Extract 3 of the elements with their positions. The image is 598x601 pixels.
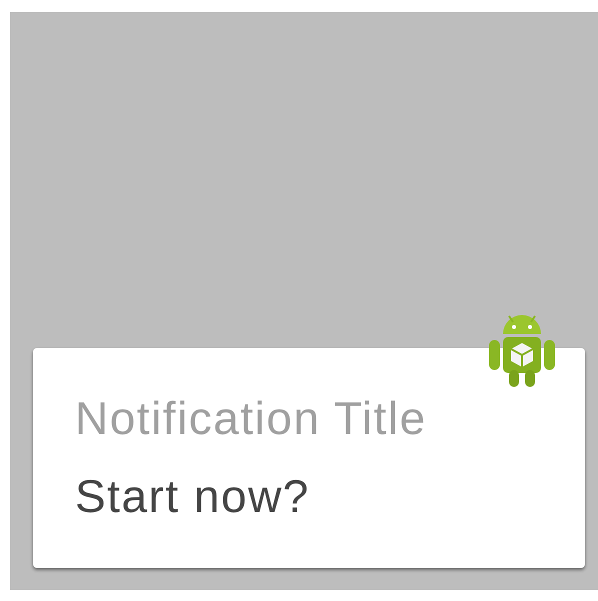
- notification-text: Start now?: [75, 469, 311, 524]
- notification-title: Notification Title: [75, 391, 428, 446]
- notification-card[interactable]: Notification Title Start now?: [33, 348, 585, 568]
